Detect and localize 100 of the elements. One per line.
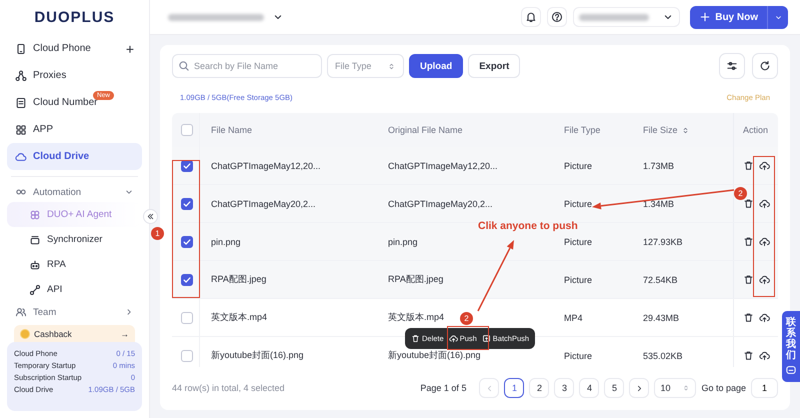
people-icon: [15, 306, 27, 318]
table-cell: Picture: [564, 274, 592, 284]
checkbox[interactable]: [180, 350, 192, 362]
table-cell: MP4: [564, 312, 583, 322]
column-header[interactable]: File Size: [632, 113, 733, 147]
contact-us-tab[interactable]: 联系我们: [782, 311, 800, 382]
page-info: Page 1 of 5: [420, 383, 466, 393]
table-cell: 1.34MB: [643, 198, 674, 208]
table-cell: ChatGPTImageMay12,20...: [388, 160, 498, 170]
table-cell: pin.png: [211, 236, 241, 246]
push-button[interactable]: [759, 198, 770, 209]
table-cell: RPA配图.jpeg: [388, 273, 444, 286]
annotation-arrow: [477, 240, 514, 312]
page-button[interactable]: 2: [529, 378, 550, 398]
search-field[interactable]: Search by File Name: [172, 54, 322, 78]
add-button[interactable]: +: [126, 42, 134, 56]
table-cell: ChatGPTImageMay20,2...: [388, 198, 493, 208]
sidebar-item[interactable]: Cloud Phone +: [7, 35, 142, 62]
network-icon: [15, 70, 27, 82]
push-button[interactable]: [759, 236, 770, 247]
push-button[interactable]: [759, 274, 770, 285]
page-button[interactable]: 1: [504, 378, 524, 398]
sidebar-item[interactable]: Cloud Drive: [7, 143, 142, 170]
toolbar-button[interactable]: Upload: [409, 54, 464, 78]
delete-button[interactable]: [743, 274, 754, 285]
push-button[interactable]: [759, 160, 770, 171]
checkbox[interactable]: [180, 274, 192, 286]
toolbar-button[interactable]: Export: [468, 54, 520, 78]
checkbox[interactable]: [180, 312, 192, 324]
trash-icon: [411, 334, 420, 343]
page-button[interactable]: 4: [579, 378, 600, 398]
logo: DUOPLUS: [34, 8, 115, 28]
checkmark-icon: [182, 236, 192, 246]
delete-button[interactable]: [743, 312, 754, 323]
sidebar-group[interactable]: Team: [7, 302, 142, 322]
table-cell: RPA配图.jpeg: [211, 273, 266, 286]
table-cell: 新youtube封面(16).png: [388, 349, 481, 362]
checkbox[interactable]: [180, 124, 192, 136]
trash-icon: [743, 350, 754, 361]
sort-icon: [682, 384, 690, 392]
buy-now-button[interactable]: Buy Now: [690, 6, 768, 28]
table-cell: 英文版本.mp4: [388, 311, 444, 324]
trash-icon: [743, 198, 754, 209]
table-cell: ChatGPTImageMay12,20...: [211, 160, 321, 170]
coin-icon: [20, 328, 30, 338]
table-cell: 535.02KB: [643, 350, 683, 360]
delete-button[interactable]: [743, 236, 754, 247]
sidebar-item[interactable]: API: [7, 277, 142, 302]
phone-icon: [15, 42, 27, 54]
push-button[interactable]: [759, 312, 770, 323]
sidebar-item[interactable]: APP: [7, 116, 142, 143]
cloud-icon: [15, 150, 27, 162]
trash-icon: [743, 312, 754, 323]
delete-button[interactable]: [743, 198, 754, 209]
refresh-button[interactable]: [752, 53, 778, 79]
arrow-label: →: [120, 328, 129, 338]
table-cell: Picture: [564, 160, 592, 170]
sidebar-group[interactable]: Automation: [7, 182, 142, 202]
page-number-field[interactable]: 1: [751, 378, 778, 398]
collapse-button[interactable]: [143, 209, 158, 224]
help-button[interactable]: [547, 7, 568, 27]
sidebar-item[interactable]: RPA: [7, 252, 142, 277]
sidebar-item[interactable]: Proxies: [7, 62, 142, 89]
cloud-upload-icon: [759, 160, 770, 171]
dots-grid-icon: [29, 208, 41, 220]
cloud-upload-icon: [759, 236, 770, 247]
bell-icon: [525, 11, 538, 23]
selection-summary: 44 row(s) in total, 4 selected: [172, 383, 285, 393]
delete-button[interactable]: [743, 160, 754, 171]
sidebar-item[interactable]: Synchronizer: [7, 227, 142, 252]
cashback-banner[interactable]: Cashback →: [14, 325, 135, 342]
checkmark-icon: [182, 160, 192, 170]
cashback-label: Cashback: [34, 328, 72, 338]
cloud-upload-icon: [759, 312, 770, 323]
table-cell: 127.93KB: [643, 236, 683, 246]
checkbox[interactable]: [180, 236, 192, 248]
annotation-text: Clik anyone to push: [478, 220, 578, 232]
cloud-upload-icon: [759, 198, 770, 209]
table-cell: Picture: [564, 198, 592, 208]
trash-icon: [743, 236, 754, 247]
table-cell: 英文版本.mp4: [211, 311, 268, 324]
delete-button[interactable]: [743, 350, 754, 361]
filter-button[interactable]: [719, 53, 745, 79]
grid-icon: [15, 124, 27, 136]
help-icon: [551, 11, 564, 23]
plus-icon: [699, 11, 712, 23]
column-header: Original File Name: [387, 124, 464, 137]
push-button[interactable]: [759, 350, 770, 361]
search-icon: [178, 60, 190, 72]
robot-icon: [29, 258, 41, 270]
page-button[interactable]: 5: [604, 378, 624, 398]
link-icon: [29, 284, 41, 296]
dropdown-button[interactable]: [768, 6, 788, 28]
column-header: File Type: [563, 124, 602, 137]
tray-icon: [29, 234, 41, 246]
page-size-select[interactable]: 10: [654, 378, 696, 398]
page-button[interactable]: 3: [554, 378, 574, 398]
checkbox[interactable]: [180, 198, 192, 210]
notification-button[interactable]: [521, 7, 542, 27]
checkbox[interactable]: [180, 160, 192, 172]
